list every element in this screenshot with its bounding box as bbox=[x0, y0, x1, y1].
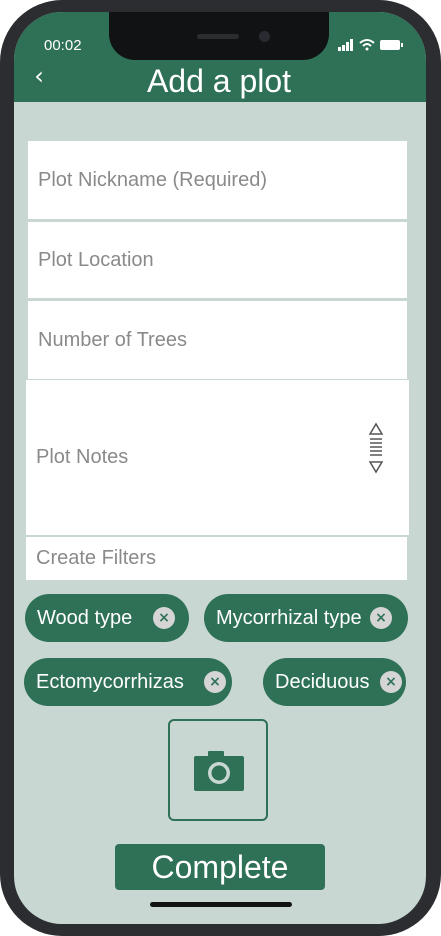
app-header: 00:02 ‹ Add a plot bbox=[14, 12, 426, 102]
create-filters-field[interactable]: Create Filters bbox=[26, 537, 407, 580]
filter-chip-label: Deciduous bbox=[275, 670, 370, 693]
filter-chip-label: Mycorrhizal type bbox=[216, 606, 362, 629]
filter-chip-deciduous[interactable]: Deciduous × bbox=[263, 658, 406, 706]
plot-location-field[interactable]: Plot Location bbox=[28, 222, 407, 298]
sort-handle-icon[interactable] bbox=[366, 422, 386, 474]
close-icon[interactable]: × bbox=[370, 607, 392, 629]
app-screen: 00:02 ‹ Add a plot Plot Nickname (Requir… bbox=[14, 12, 426, 924]
front-camera bbox=[259, 31, 270, 42]
filter-chip-wood-type[interactable]: Wood type × bbox=[25, 594, 189, 642]
filter-chip-mycorrhizal-type[interactable]: Mycorrhizal type × bbox=[204, 594, 408, 642]
signal-icon bbox=[338, 39, 353, 51]
number-of-trees-placeholder: Number of Trees bbox=[38, 328, 187, 351]
filter-chip-label: Wood type bbox=[37, 606, 133, 629]
create-filters-placeholder: Create Filters bbox=[36, 547, 157, 569]
device-notch bbox=[109, 12, 329, 60]
camera-icon bbox=[194, 751, 244, 791]
status-time: 00:02 bbox=[44, 37, 82, 54]
wifi-icon bbox=[359, 39, 375, 51]
close-icon[interactable]: × bbox=[380, 671, 402, 693]
plot-location-placeholder: Plot Location bbox=[38, 248, 154, 271]
filter-chip-label: Ectomycorrhizas bbox=[36, 670, 184, 693]
speaker-grille bbox=[197, 34, 239, 39]
phone-frame: 00:02 ‹ Add a plot Plot Nickname (Requir… bbox=[0, 0, 441, 936]
home-indicator bbox=[150, 902, 292, 907]
add-photo-button[interactable] bbox=[168, 719, 268, 821]
status-icons bbox=[338, 39, 403, 51]
plot-nickname-placeholder: Plot Nickname (Required) bbox=[38, 168, 267, 191]
number-of-trees-field[interactable]: Number of Trees bbox=[28, 301, 407, 379]
plot-notes-placeholder: Plot Notes bbox=[36, 446, 129, 468]
back-button[interactable]: ‹ bbox=[28, 64, 50, 90]
page-title: Add a plot bbox=[146, 63, 292, 99]
filter-chip-ectomycorrhizas[interactable]: Ectomycorrhizas × bbox=[24, 658, 232, 706]
battery-icon bbox=[380, 40, 403, 50]
close-icon[interactable]: × bbox=[204, 671, 226, 693]
complete-button[interactable]: Complete bbox=[115, 844, 325, 890]
plot-nickname-field[interactable]: Plot Nickname (Required) bbox=[28, 141, 407, 219]
back-chevron-icon: ‹ bbox=[34, 62, 44, 90]
plot-notes-field[interactable]: Plot Notes bbox=[26, 380, 409, 535]
close-icon[interactable]: × bbox=[153, 607, 175, 629]
